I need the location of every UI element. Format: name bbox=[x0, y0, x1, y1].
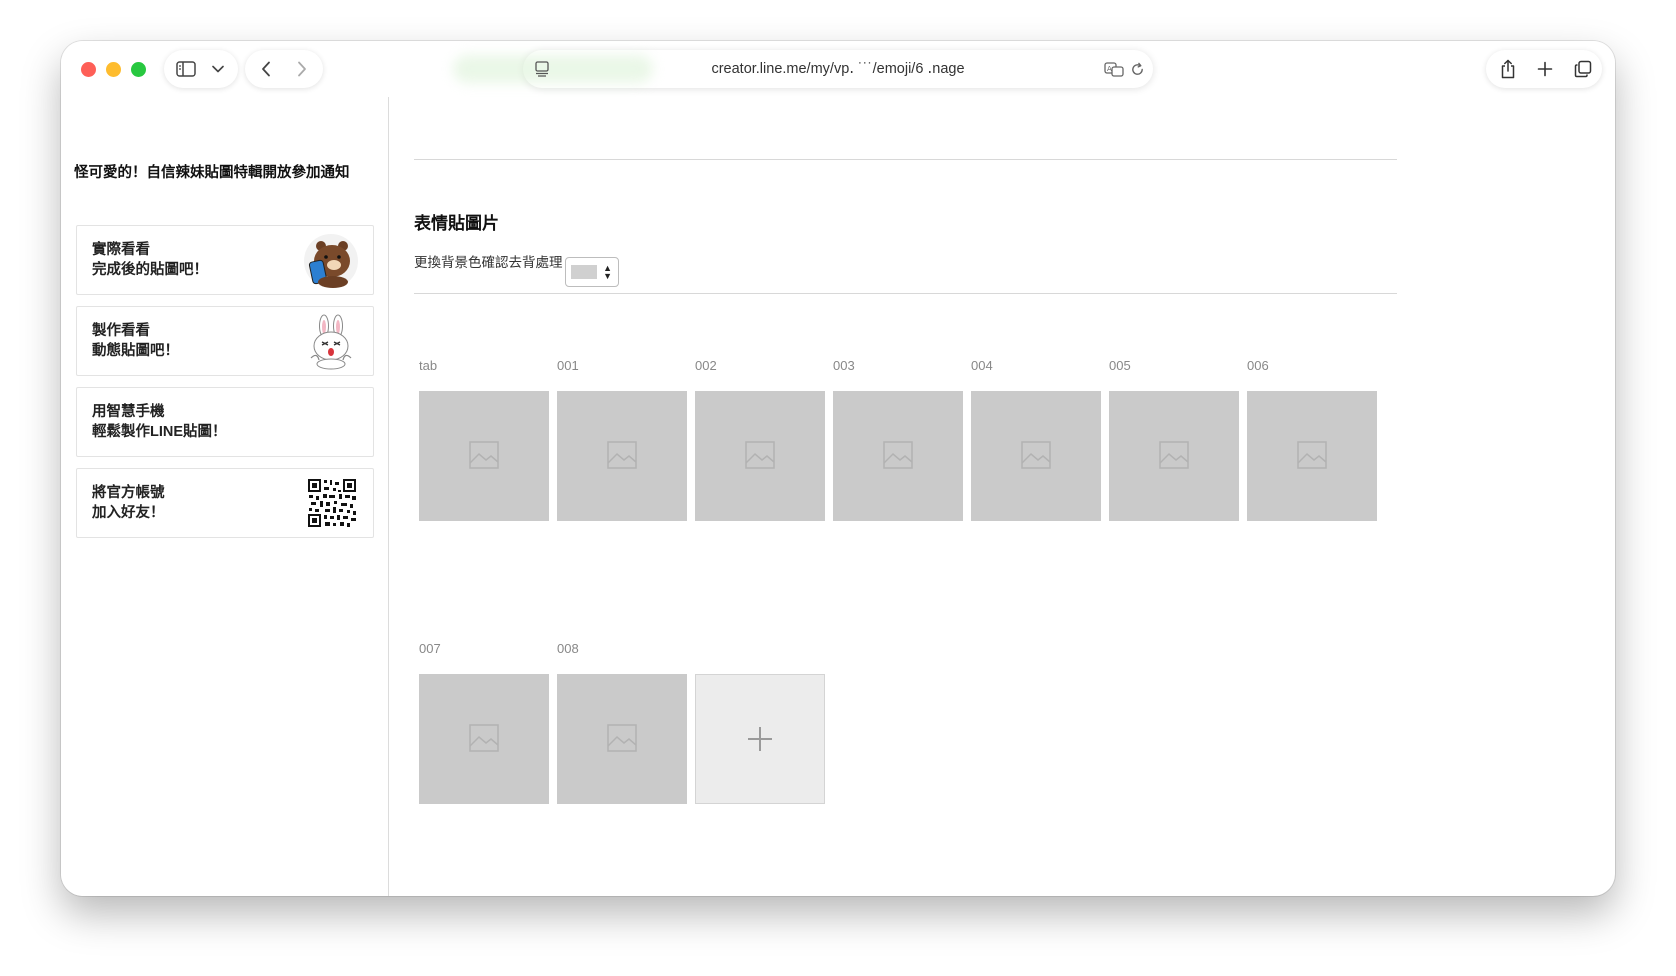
image-placeholder-icon bbox=[745, 441, 775, 469]
sidebar-toggle-group bbox=[164, 50, 238, 88]
translate-icon[interactable]: A bbox=[1103, 50, 1125, 88]
promo-card-text: 製作看看 動態貼圖吧！ bbox=[92, 321, 179, 361]
emoji-slot-tile[interactable] bbox=[557, 391, 687, 521]
image-placeholder-icon bbox=[883, 441, 913, 469]
promo-card-animated[interactable]: 製作看看 動態貼圖吧！ bbox=[76, 306, 374, 376]
slot-label: 006 bbox=[1247, 358, 1269, 373]
zoom-window-button[interactable] bbox=[131, 62, 146, 77]
share-icon[interactable] bbox=[1497, 50, 1519, 88]
emoji-slot-tile[interactable] bbox=[695, 391, 825, 521]
bg-color-swatch bbox=[571, 265, 597, 279]
browser-toolbar: creator.line.me/my/vp․ ˙˙˙/emoji/6 ․nage… bbox=[61, 41, 1615, 97]
slot-label: 007 bbox=[419, 641, 441, 656]
divider-top bbox=[414, 159, 1397, 160]
image-placeholder-icon bbox=[1021, 441, 1051, 469]
image-placeholder-icon bbox=[469, 441, 499, 469]
sidebar-toggle-icon[interactable] bbox=[174, 50, 198, 88]
slot-label: 002 bbox=[695, 358, 717, 373]
emoji-slot-tile[interactable] bbox=[971, 391, 1101, 521]
image-placeholder-icon bbox=[469, 724, 499, 752]
qr-code-icon bbox=[307, 478, 357, 528]
emoji-slot-tile[interactable] bbox=[1247, 391, 1377, 521]
emoji-slot-tile[interactable] bbox=[419, 674, 549, 804]
promo-card-line1: 用智慧手機 bbox=[92, 404, 165, 420]
brown-bear-phone-icon bbox=[304, 234, 358, 288]
close-window-button[interactable] bbox=[81, 62, 96, 77]
svg-text:A: A bbox=[1107, 65, 1112, 73]
divider-middle bbox=[414, 293, 1397, 294]
promo-card-text: 實際看看 完成後的貼圖吧！ bbox=[92, 240, 208, 280]
promo-card-line1: 實際看看 bbox=[92, 242, 150, 258]
promo-card-text: 將官方帳號 加入好友！ bbox=[92, 483, 165, 523]
slot-label: 001 bbox=[557, 358, 579, 373]
url-text: creator.line.me/my/vp․ ˙˙˙/emoji/6 ․nage bbox=[711, 61, 965, 77]
promo-card-preview[interactable]: 實際看看 完成後的貼圖吧！ bbox=[76, 225, 374, 295]
emoji-slot-tile[interactable] bbox=[833, 391, 963, 521]
section-title: 表情貼圖片 bbox=[414, 214, 499, 233]
slot-label: 004 bbox=[971, 358, 993, 373]
plus-icon bbox=[748, 727, 772, 751]
select-arrows-icon: ▲ ▼ bbox=[603, 263, 612, 281]
emoji-slot-tile[interactable] bbox=[419, 391, 549, 521]
cony-rabbit-icon bbox=[310, 314, 352, 370]
promo-card-line2: 輕鬆製作LINE貼圖！ bbox=[92, 424, 227, 440]
image-placeholder-icon bbox=[607, 724, 637, 752]
image-placeholder-icon bbox=[1159, 441, 1189, 469]
promo-card-line2: 動態貼圖吧！ bbox=[92, 343, 179, 359]
announcement-link[interactable]: 怪可愛的！自信辣妹貼圖特輯開放參加通知 bbox=[74, 161, 350, 182]
promo-card-line2: 完成後的貼圖吧！ bbox=[92, 262, 208, 278]
slot-label: 003 bbox=[833, 358, 855, 373]
tab-overview-icon[interactable] bbox=[1572, 50, 1594, 88]
reload-icon[interactable] bbox=[1126, 50, 1148, 88]
main-content: 表情貼圖片 更換背景色確認去背處理 ▲ ▼ tab 001 002 003 004 005 0… bbox=[389, 97, 1615, 896]
back-button[interactable] bbox=[255, 50, 277, 88]
left-sidebar: 怪可愛的！自信辣妹貼圖特輯開放參加通知 實際看看 完成後的貼圖吧！ 製作看看 動… bbox=[61, 97, 389, 896]
minimize-window-button[interactable] bbox=[106, 62, 121, 77]
emoji-slot-tile[interactable] bbox=[557, 674, 687, 804]
image-placeholder-icon bbox=[607, 441, 637, 469]
promo-card-smartphone[interactable]: 用智慧手機 輕鬆製作LINE貼圖！ bbox=[76, 387, 374, 457]
slot-label: tab bbox=[419, 358, 438, 373]
bg-color-label: 更換背景色確認去背處理 bbox=[414, 255, 563, 270]
forward-button[interactable] bbox=[291, 50, 313, 88]
promo-card-line1: 將官方帳號 bbox=[92, 485, 165, 501]
promo-card-official-account[interactable]: 將官方帳號 加入好友！ bbox=[76, 468, 374, 538]
navigation-group bbox=[245, 50, 323, 88]
browser-window: creator.line.me/my/vp․ ˙˙˙/emoji/6 ․nage… bbox=[61, 41, 1615, 896]
promo-card-line2: 加入好友！ bbox=[92, 505, 165, 521]
promo-card-text: 用智慧手機 輕鬆製作LINE貼圖！ bbox=[92, 402, 227, 442]
new-tab-icon[interactable] bbox=[1534, 50, 1556, 88]
window-actions-group bbox=[1486, 50, 1602, 88]
chevron-down-icon[interactable] bbox=[208, 50, 228, 88]
add-emoji-button[interactable] bbox=[695, 674, 825, 804]
emoji-slot-tile[interactable] bbox=[1109, 391, 1239, 521]
slot-label: 005 bbox=[1109, 358, 1131, 373]
bg-color-select[interactable]: ▲ ▼ bbox=[565, 257, 619, 287]
image-placeholder-icon bbox=[1297, 441, 1327, 469]
slot-label: 008 bbox=[557, 641, 579, 656]
promo-card-line1: 製作看看 bbox=[92, 323, 150, 339]
address-bar[interactable]: creator.line.me/my/vp․ ˙˙˙/emoji/6 ․nage… bbox=[453, 50, 1153, 88]
